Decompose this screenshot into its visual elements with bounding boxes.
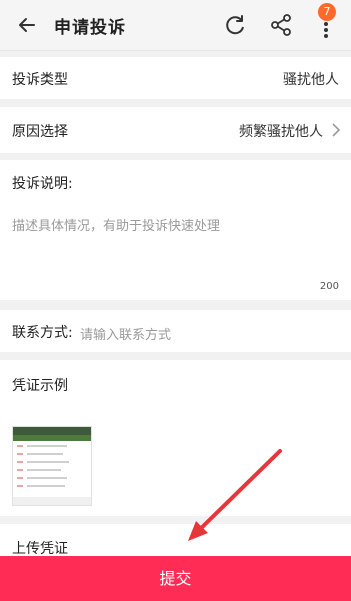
char-limit-counter: 200 [319, 281, 339, 292]
contact-input[interactable]: 请输入联系方式 [80, 324, 171, 343]
share-icon[interactable] [268, 12, 294, 38]
back-arrow-icon[interactable] [14, 12, 40, 38]
submit-button[interactable]: 提交 [0, 556, 351, 601]
reason-select-row[interactable]: 原因选择 频繁骚扰他人 [0, 107, 351, 153]
description-textarea[interactable]: 描述具体情况，有助于投诉快速处理 [12, 215, 220, 234]
top-bar: 申请投诉 7 [0, 0, 351, 51]
description-section: 投诉说明: 描述具体情况，有助于投诉快速处理 200 [0, 160, 351, 300]
evidence-example-label: 凭证示例 [12, 378, 68, 394]
complaint-type-label: 投诉类型 [12, 72, 68, 88]
complaint-type-value: 骚扰他人 [283, 72, 339, 88]
more-vertical-icon[interactable] [318, 14, 334, 40]
reason-value: 频繁骚扰他人 [239, 124, 323, 140]
complaint-type-row[interactable]: 投诉类型 骚扰他人 [0, 57, 351, 99]
evidence-example-image[interactable] [12, 426, 92, 506]
refresh-icon[interactable] [222, 12, 248, 38]
annotation-arrow-icon [188, 449, 282, 541]
contact-row: 联系方式: 请输入联系方式 [0, 310, 351, 352]
contact-label: 联系方式: [12, 325, 73, 341]
page-title: 申请投诉 [54, 18, 126, 38]
reason-label: 原因选择 [12, 124, 68, 140]
upload-evidence-label: 上传凭证 [12, 541, 68, 557]
description-label: 投诉说明: [12, 176, 73, 192]
chevron-right-icon [332, 123, 341, 137]
